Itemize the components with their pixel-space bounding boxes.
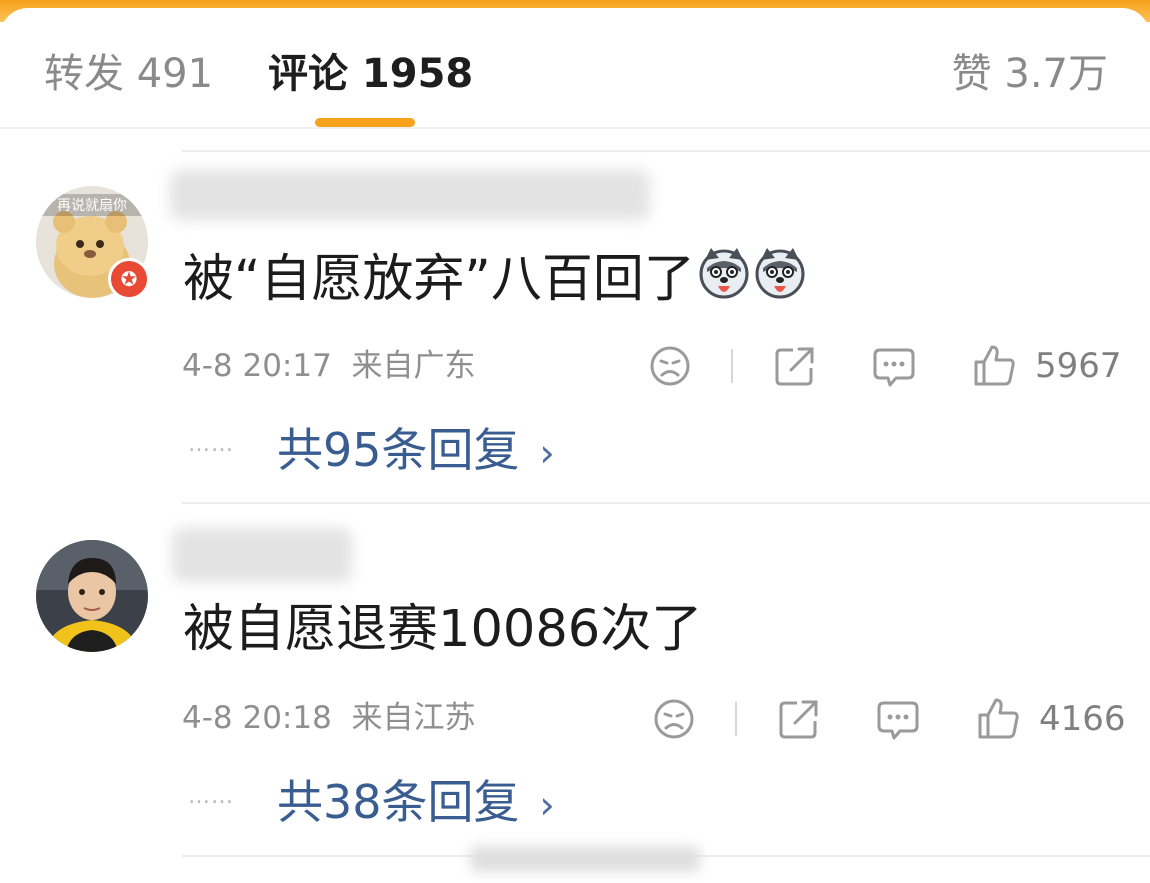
like-count: 4166 <box>1039 699 1126 739</box>
comment-text: 被“自愿放弃”八百回了 <box>183 246 807 312</box>
tab-repost[interactable]: 转发 491 <box>44 48 213 100</box>
comment-time: 4-8 20:18 <box>182 700 332 736</box>
tabs-divider <box>0 127 1150 129</box>
avatar[interactable] <box>36 540 148 652</box>
thumbs-up-icon[interactable] <box>976 696 1020 740</box>
action-divider <box>731 349 733 383</box>
thumbs-up-icon[interactable] <box>972 343 1016 387</box>
share-icon[interactable] <box>773 344 817 388</box>
replies-dots: …… <box>188 784 234 809</box>
husky-emoji <box>699 248 749 299</box>
tab-comments[interactable]: 评论 1958 <box>268 48 473 100</box>
chevron-right-icon: › <box>539 431 555 475</box>
divider <box>182 150 1150 152</box>
divider <box>182 502 1150 504</box>
username-redacted[interactable] <box>170 170 650 220</box>
avatar-caption: 再说就扇你 <box>57 198 127 214</box>
view-replies-link[interactable]: 共95条回复 › <box>277 421 555 482</box>
tab-likes[interactable]: 赞 3.7万 <box>952 48 1108 100</box>
redacted-region <box>470 846 700 872</box>
view-replies-link[interactable]: 共38条回复 › <box>277 773 555 834</box>
verified-badge-icon: ✪ <box>108 258 150 300</box>
username-redacted[interactable] <box>172 528 352 582</box>
comment-icon[interactable] <box>876 697 920 741</box>
comment-text: 被自愿退赛10086次了 <box>183 600 703 659</box>
comments-panel: 转发 491 评论 1958 赞 3.7万 <box>0 8 1150 883</box>
chevron-right-icon: › <box>539 783 555 827</box>
sad-face-icon[interactable] <box>652 697 696 741</box>
comment-meta: 4-8 20:18 来自江苏 <box>182 698 476 738</box>
comment-icon[interactable] <box>872 344 916 388</box>
sad-face-icon[interactable] <box>648 344 692 388</box>
comment-meta: 4-8 20:17 来自广东 <box>182 346 476 386</box>
like-count: 5967 <box>1035 346 1122 386</box>
person-avatar-image <box>36 540 148 652</box>
active-tab-indicator <box>315 118 415 127</box>
share-icon[interactable] <box>777 697 821 741</box>
action-divider <box>735 702 737 736</box>
husky-emoji <box>755 248 805 299</box>
comment-time: 4-8 20:17 <box>182 348 332 384</box>
replies-dots: …… <box>188 432 234 457</box>
comment-location: 来自广东 <box>351 348 476 384</box>
comment-location: 来自江苏 <box>351 700 476 736</box>
